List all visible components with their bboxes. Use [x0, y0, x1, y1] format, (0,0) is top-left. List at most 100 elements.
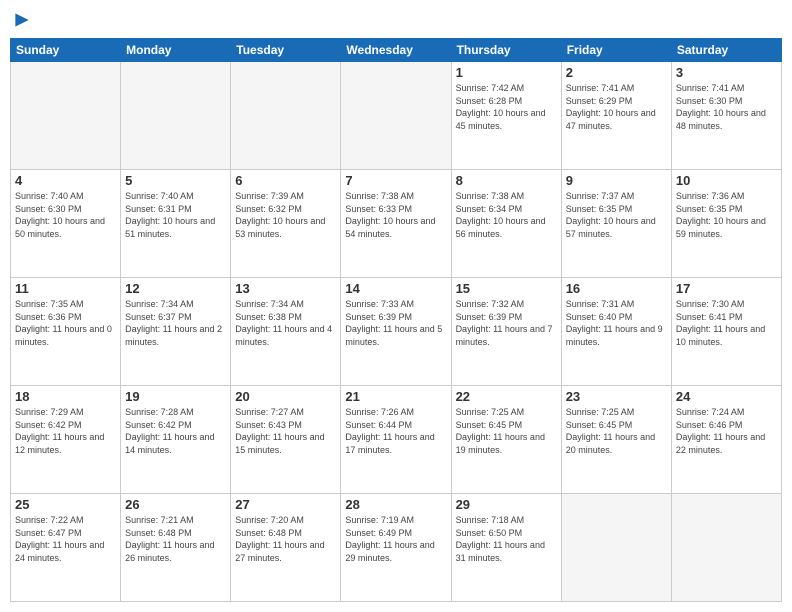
day-info: Sunrise: 7:32 AMSunset: 6:39 PMDaylight:…	[456, 298, 557, 348]
day-number: 12	[125, 281, 226, 296]
day-info: Sunrise: 7:36 AMSunset: 6:35 PMDaylight:…	[676, 190, 777, 240]
day-info: Sunrise: 7:38 AMSunset: 6:34 PMDaylight:…	[456, 190, 557, 240]
day-number: 11	[15, 281, 116, 296]
logo	[10, 10, 32, 30]
day-info: Sunrise: 7:24 AMSunset: 6:46 PMDaylight:…	[676, 406, 777, 456]
column-header-sunday: Sunday	[11, 39, 121, 62]
day-number: 24	[676, 389, 777, 404]
calendar-cell: 14Sunrise: 7:33 AMSunset: 6:39 PMDayligh…	[341, 278, 451, 386]
calendar-cell: 26 Sunrise: 7:21 AMSunset: 6:48 PMDayligh…	[121, 494, 231, 602]
calendar-cell: 21 Sunrise: 7:26 AMSunset: 6:44 PMDayligh…	[341, 386, 451, 494]
day-number: 20	[235, 389, 336, 404]
calendar-cell: 4 Sunrise: 7:40 AMSunset: 6:30 PMDaylight…	[11, 170, 121, 278]
calendar-cell: 28 Sunrise: 7:19 AMSunset: 6:49 PMDayligh…	[341, 494, 451, 602]
calendar-cell: 8 Sunrise: 7:38 AMSunset: 6:34 PMDaylight…	[451, 170, 561, 278]
day-info: Sunrise: 7:37 AMSunset: 6:35 PMDaylight:…	[566, 190, 667, 240]
week-row-0: 1 Sunrise: 7:42 AMSunset: 6:28 PMDaylight…	[11, 62, 782, 170]
calendar-cell: 24 Sunrise: 7:24 AMSunset: 6:46 PMDayligh…	[671, 386, 781, 494]
day-number: 19	[125, 389, 226, 404]
day-info: Sunrise: 7:41 AMSunset: 6:30 PMDaylight:…	[676, 82, 777, 132]
calendar-cell	[341, 62, 451, 170]
calendar-cell: 18 Sunrise: 7:29 AMSunset: 6:42 PMDayligh…	[11, 386, 121, 494]
day-number: 9	[566, 173, 667, 188]
calendar-cell: 10 Sunrise: 7:36 AMSunset: 6:35 PMDayligh…	[671, 170, 781, 278]
logo-icon	[12, 10, 32, 30]
day-number: 22	[456, 389, 557, 404]
day-info: Sunrise: 7:25 AMSunset: 6:45 PMDaylight:…	[456, 406, 557, 456]
calendar-cell	[561, 494, 671, 602]
day-info: Sunrise: 7:22 AMSunset: 6:47 PMDaylight:…	[15, 514, 116, 564]
column-header-saturday: Saturday	[671, 39, 781, 62]
calendar-cell	[671, 494, 781, 602]
day-number: 6	[235, 173, 336, 188]
calendar-cell: 11 Sunrise: 7:35 AMSunset: 6:36 PMDayligh…	[11, 278, 121, 386]
day-number: 27	[235, 497, 336, 512]
day-info: Sunrise: 7:26 AMSunset: 6:44 PMDaylight:…	[345, 406, 446, 456]
calendar-cell: 1 Sunrise: 7:42 AMSunset: 6:28 PMDaylight…	[451, 62, 561, 170]
day-info: Sunrise: 7:42 AMSunset: 6:28 PMDaylight:…	[456, 82, 557, 132]
calendar-cell: 16 Sunrise: 7:31 AMSunset: 6:40 PMDayligh…	[561, 278, 671, 386]
day-number: 15	[456, 281, 557, 296]
calendar-cell	[11, 62, 121, 170]
calendar-cell: 13 Sunrise: 7:34 AMSunset: 6:38 PMDayligh…	[231, 278, 341, 386]
day-info: Sunrise: 7:35 AMSunset: 6:36 PMDaylight:…	[15, 298, 116, 348]
week-row-1: 4 Sunrise: 7:40 AMSunset: 6:30 PMDaylight…	[11, 170, 782, 278]
calendar-cell: 7 Sunrise: 7:38 AMSunset: 6:33 PMDaylight…	[341, 170, 451, 278]
column-header-friday: Friday	[561, 39, 671, 62]
calendar-cell: 23 Sunrise: 7:25 AMSunset: 6:45 PMDayligh…	[561, 386, 671, 494]
column-header-thursday: Thursday	[451, 39, 561, 62]
day-info: Sunrise: 7:20 AMSunset: 6:48 PMDaylight:…	[235, 514, 336, 564]
calendar-cell: 6 Sunrise: 7:39 AMSunset: 6:32 PMDaylight…	[231, 170, 341, 278]
calendar-body: 1 Sunrise: 7:42 AMSunset: 6:28 PMDaylight…	[11, 62, 782, 602]
day-info: Sunrise: 7:40 AMSunset: 6:31 PMDaylight:…	[125, 190, 226, 240]
calendar-cell: 25Sunrise: 7:22 AMSunset: 6:47 PMDayligh…	[11, 494, 121, 602]
day-info: Sunrise: 7:25 AMSunset: 6:45 PMDaylight:…	[566, 406, 667, 456]
day-number: 1	[456, 65, 557, 80]
day-number: 28	[345, 497, 446, 512]
calendar-cell: 22 Sunrise: 7:25 AMSunset: 6:45 PMDayligh…	[451, 386, 561, 494]
calendar-cell: 12Sunrise: 7:34 AMSunset: 6:37 PMDayligh…	[121, 278, 231, 386]
calendar: SundayMondayTuesdayWednesdayThursdayFrid…	[10, 38, 782, 602]
day-info: Sunrise: 7:34 AMSunset: 6:38 PMDaylight:…	[235, 298, 336, 348]
calendar-cell: 3 Sunrise: 7:41 AMSunset: 6:30 PMDaylight…	[671, 62, 781, 170]
week-row-2: 11 Sunrise: 7:35 AMSunset: 6:36 PMDayligh…	[11, 278, 782, 386]
calendar-cell: 9 Sunrise: 7:37 AMSunset: 6:35 PMDaylight…	[561, 170, 671, 278]
day-info: Sunrise: 7:30 AMSunset: 6:41 PMDaylight:…	[676, 298, 777, 348]
day-info: Sunrise: 7:29 AMSunset: 6:42 PMDaylight:…	[15, 406, 116, 456]
day-info: Sunrise: 7:19 AMSunset: 6:49 PMDaylight:…	[345, 514, 446, 564]
calendar-cell: 15 Sunrise: 7:32 AMSunset: 6:39 PMDayligh…	[451, 278, 561, 386]
week-row-3: 18 Sunrise: 7:29 AMSunset: 6:42 PMDayligh…	[11, 386, 782, 494]
calendar-cell: 19 Sunrise: 7:28 AMSunset: 6:42 PMDayligh…	[121, 386, 231, 494]
calendar-cell: 5Sunrise: 7:40 AMSunset: 6:31 PMDaylight…	[121, 170, 231, 278]
day-info: Sunrise: 7:39 AMSunset: 6:32 PMDaylight:…	[235, 190, 336, 240]
day-number: 13	[235, 281, 336, 296]
calendar-header-row: SundayMondayTuesdayWednesdayThursdayFrid…	[11, 39, 782, 62]
calendar-cell: 17Sunrise: 7:30 AMSunset: 6:41 PMDayligh…	[671, 278, 781, 386]
day-info: Sunrise: 7:28 AMSunset: 6:42 PMDaylight:…	[125, 406, 226, 456]
day-number: 16	[566, 281, 667, 296]
day-info: Sunrise: 7:38 AMSunset: 6:33 PMDaylight:…	[345, 190, 446, 240]
day-number: 3	[676, 65, 777, 80]
day-info: Sunrise: 7:21 AMSunset: 6:48 PMDaylight:…	[125, 514, 226, 564]
day-info: Sunrise: 7:40 AMSunset: 6:30 PMDaylight:…	[15, 190, 116, 240]
day-number: 7	[345, 173, 446, 188]
day-info: Sunrise: 7:31 AMSunset: 6:40 PMDaylight:…	[566, 298, 667, 348]
day-number: 2	[566, 65, 667, 80]
day-number: 4	[15, 173, 116, 188]
day-number: 18	[15, 389, 116, 404]
calendar-cell	[121, 62, 231, 170]
day-info: Sunrise: 7:41 AMSunset: 6:29 PMDaylight:…	[566, 82, 667, 132]
day-number: 21	[345, 389, 446, 404]
calendar-cell: 2 Sunrise: 7:41 AMSunset: 6:29 PMDaylight…	[561, 62, 671, 170]
header	[10, 10, 782, 30]
day-number: 10	[676, 173, 777, 188]
day-number: 26	[125, 497, 226, 512]
day-number: 23	[566, 389, 667, 404]
calendar-cell: 29Sunrise: 7:18 AMSunset: 6:50 PMDayligh…	[451, 494, 561, 602]
day-info: Sunrise: 7:18 AMSunset: 6:50 PMDaylight:…	[456, 514, 557, 564]
calendar-cell: 27 Sunrise: 7:20 AMSunset: 6:48 PMDayligh…	[231, 494, 341, 602]
column-header-wednesday: Wednesday	[341, 39, 451, 62]
day-number: 8	[456, 173, 557, 188]
page: SundayMondayTuesdayWednesdayThursdayFrid…	[0, 0, 792, 612]
day-number: 14	[345, 281, 446, 296]
